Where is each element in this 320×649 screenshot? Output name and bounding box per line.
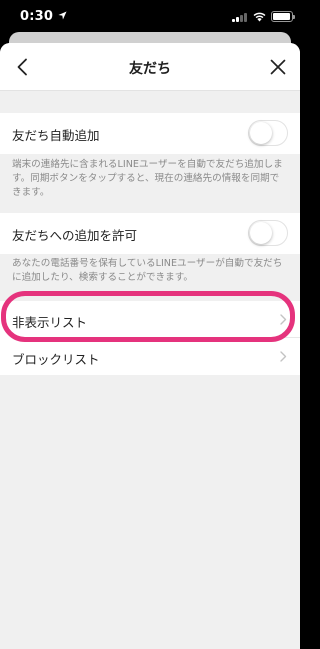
description-line: に追加したり、検索することができます。 — [12, 272, 193, 283]
block-list-row[interactable]: ブロックリスト — [0, 338, 300, 375]
close-icon — [270, 59, 286, 75]
chevron-right-icon — [280, 314, 287, 325]
auto-add-friends-row: 友だち自動追加 — [0, 113, 300, 154]
close-button[interactable] — [266, 55, 290, 79]
allow-friend-add-toggle[interactable] — [248, 220, 288, 246]
battery-icon — [271, 11, 295, 22]
status-time: 0:30 — [20, 9, 54, 24]
battery-level — [273, 13, 290, 20]
chevron-right-icon — [280, 351, 287, 362]
description-line: きます。 — [12, 187, 50, 198]
allow-friend-add-row: 友だちへの追加を許可 — [0, 213, 300, 254]
allow-friend-add-description: あなたの電話番号を保有しているLINEユーザーが自動で友だち に追加したり、検索… — [12, 257, 294, 285]
toggle-knob — [250, 221, 272, 244]
nav-bar: 友だち — [0, 43, 300, 91]
toggle-knob — [250, 121, 272, 144]
auto-add-friends-label: 友だち自動追加 — [12, 128, 100, 143]
description-line: す。同期ボタンをタップすると、現在の連絡先の情報を同期で — [12, 173, 280, 184]
block-list-label: ブロックリスト — [12, 352, 100, 367]
friends-settings-sheet: 友だち 友だち自動追加 端末の連絡先に含まれるLINEユーザーを自動で友だち追加… — [0, 43, 300, 649]
location-arrow-icon — [58, 11, 67, 20]
auto-add-friends-description: 端末の連絡先に含まれるLINEユーザーを自動で友だち追加しま す。同期ボタンをタ… — [12, 158, 294, 200]
description-line: あなたの電話番号を保有しているLINEユーザーが自動で友だち — [12, 258, 283, 269]
allow-friend-add-label: 友だちへの追加を許可 — [12, 228, 138, 243]
auto-add-friends-toggle[interactable] — [248, 120, 288, 146]
cellular-signal-icon — [232, 12, 248, 22]
page-title: 友だち — [129, 61, 171, 77]
status-bar: 0:30 — [0, 0, 300, 34]
hidden-list-row[interactable]: 非表示リスト — [0, 301, 300, 338]
phone-screen: 0:30 友だち 友だち自動追加 端末の連絡先に含まれるLINEユーザーを自動で… — [0, 0, 300, 649]
wifi-icon — [253, 12, 266, 22]
hidden-list-label: 非表示リスト — [12, 315, 88, 330]
description-line: 端末の連絡先に含まれるLINEユーザーを自動で友だち追加しま — [12, 159, 283, 170]
